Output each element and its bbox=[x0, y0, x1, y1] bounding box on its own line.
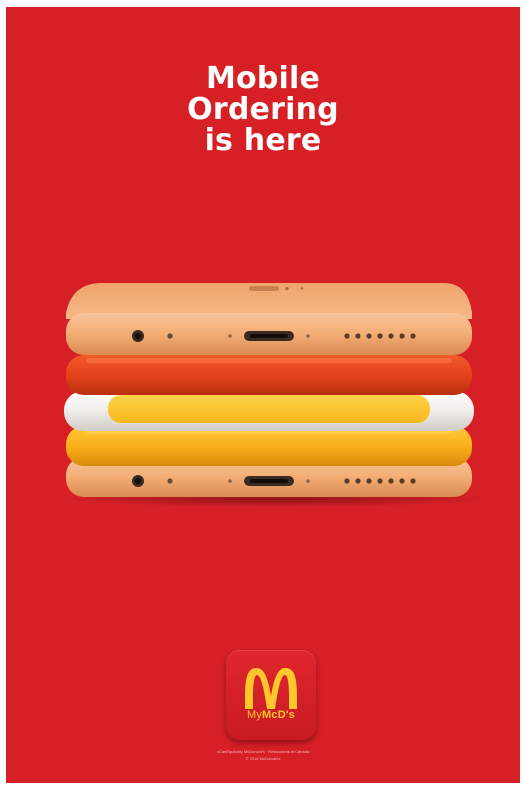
phone-rose-gold-top bbox=[66, 283, 472, 355]
screw-icon bbox=[306, 479, 310, 483]
camera-icon bbox=[249, 286, 279, 291]
fine-print-line-2: © 2016 McDonald's bbox=[245, 756, 281, 761]
app-name: MyMcD's bbox=[246, 709, 296, 721]
phone-yellow bbox=[66, 426, 472, 466]
screw-icon bbox=[228, 334, 232, 338]
screw-icon bbox=[228, 479, 232, 483]
screw-icon bbox=[306, 334, 310, 338]
phone-white bbox=[64, 391, 474, 431]
golden-arches-icon bbox=[242, 666, 300, 710]
microphone-icon bbox=[167, 478, 173, 484]
fine-print-line-1: #CanEquitably McDonald's · Restaurants i… bbox=[216, 749, 310, 754]
flash-icon bbox=[285, 286, 289, 291]
mymcds-app-icon: MyMcD's bbox=[226, 650, 316, 740]
phone-red bbox=[66, 355, 472, 395]
microphone-icon bbox=[167, 333, 173, 339]
poster: Mobile Ordering is here MyMcD's #CanEqui… bbox=[6, 7, 520, 783]
